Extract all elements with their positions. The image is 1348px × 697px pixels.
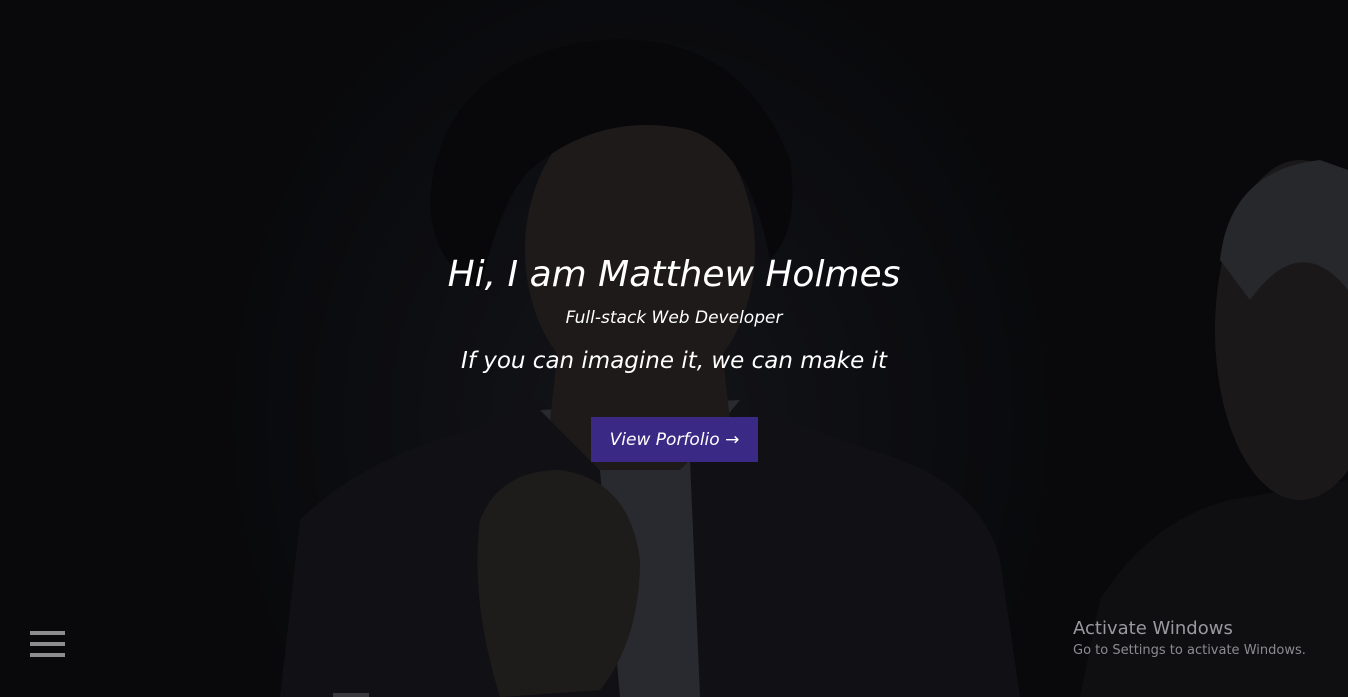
hamburger-icon[interactable] [30,631,66,661]
watermark-subtitle: Go to Settings to activate Windows. [1073,643,1306,658]
hero-title: Hi, I am Matthew Holmes [447,254,901,295]
view-portfolio-button[interactable]: View Porfolio → [591,417,758,462]
menu-bar [30,642,65,646]
watermark-title: Activate Windows [1073,618,1233,639]
hero-section: Hi, I am Matthew Holmes Full-stack Web D… [0,0,1348,697]
scroll-indicator [333,693,369,697]
menu-bar [30,653,65,657]
activate-windows-watermark: Activate Windows Go to Settings to activ… [1073,618,1306,658]
hero-tagline: If you can imagine it, we can make it [461,348,887,374]
menu-bar [30,631,65,635]
hero-subtitle: Full-stack Web Developer [565,308,783,328]
